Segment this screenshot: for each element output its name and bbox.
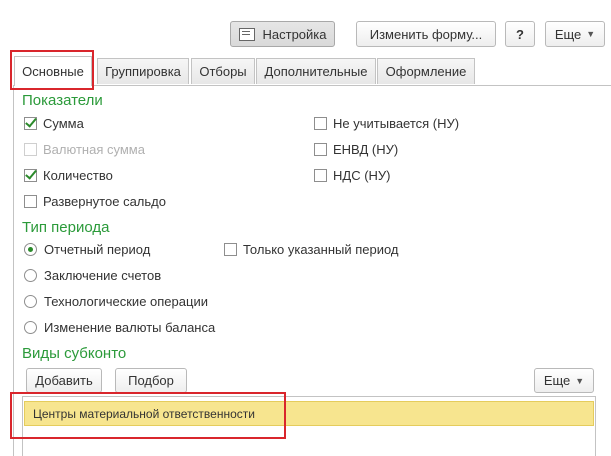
- radio-closing-accounts[interactable]: Заключение счетов: [24, 268, 161, 283]
- checkbox-box[interactable]: [314, 169, 327, 182]
- radio-label: Заключение счетов: [44, 268, 162, 283]
- checkbox-label: Развернутое сальдо: [43, 194, 166, 209]
- help-label: ?: [516, 26, 524, 42]
- more-label: Еще: [543, 373, 571, 388]
- indicators-title: Показатели: [22, 92, 103, 109]
- checkbox-label: Сумма: [43, 116, 84, 131]
- tab-label: Группировка: [105, 64, 181, 79]
- radio-label: Отчетный период: [44, 242, 151, 257]
- tab-main[interactable]: Основные: [14, 56, 92, 86]
- radio-label: Технологические операции: [44, 294, 208, 309]
- chevron-down-icon: ▼: [575, 375, 585, 386]
- checkbox-label: Валютная сумма: [43, 142, 145, 157]
- settings-button[interactable]: Настройка: [230, 21, 335, 47]
- checkbox-box[interactable]: [224, 243, 237, 256]
- checkbox-currency-sum: Валютная сумма: [24, 142, 145, 157]
- radio-label: Изменение валюты баланса: [44, 320, 216, 335]
- checkbox-label: Только указанный период: [243, 242, 399, 257]
- checkbox-envd[interactable]: ЕНВД (НУ): [314, 142, 398, 157]
- checkbox-quantity[interactable]: Количество: [24, 168, 113, 183]
- tab-filters[interactable]: Отборы: [191, 58, 255, 84]
- tab-additional[interactable]: Дополнительные: [256, 58, 376, 84]
- settings-label: Настройка: [262, 26, 327, 42]
- checkbox-not-accounted[interactable]: Не учитывается (НУ): [314, 116, 459, 131]
- checkbox-box[interactable]: [314, 143, 327, 156]
- checkbox-label: НДС (НУ): [333, 168, 391, 183]
- radio-circle[interactable]: [24, 243, 37, 256]
- radio-circle[interactable]: [24, 295, 37, 308]
- checkbox-box[interactable]: [24, 195, 37, 208]
- tab-grouping[interactable]: Группировка: [97, 58, 189, 84]
- checkbox-only-period[interactable]: Только указанный период: [224, 242, 399, 257]
- add-label: Добавить: [35, 373, 93, 388]
- pick-label: Подбор: [128, 373, 174, 388]
- checkbox-box[interactable]: [24, 117, 37, 130]
- annotation-highlight-row: [10, 392, 286, 439]
- tab-label: Оформление: [385, 64, 467, 79]
- checkbox-expanded-balance[interactable]: Развернутое сальдо: [24, 194, 166, 209]
- help-button[interactable]: ?: [505, 21, 535, 47]
- pick-button[interactable]: Подбор: [115, 368, 187, 393]
- add-button[interactable]: Добавить: [26, 368, 102, 393]
- change-form-button[interactable]: Изменить форму...: [356, 21, 496, 47]
- radio-balance-currency-change[interactable]: Изменение валюты баланса: [24, 320, 215, 335]
- radio-reporting-period[interactable]: Отчетный период: [24, 242, 150, 257]
- chevron-down-icon: ▼: [586, 29, 596, 39]
- radio-circle[interactable]: [24, 269, 37, 282]
- checkbox-box[interactable]: [24, 169, 37, 182]
- tab-label: Отборы: [199, 64, 247, 79]
- more-button[interactable]: Еще ▼: [545, 21, 605, 47]
- checkbox-label: Не учитывается (НУ): [333, 116, 460, 131]
- change-form-label: Изменить форму...: [369, 26, 483, 42]
- radio-technological-operations[interactable]: Технологические операции: [24, 294, 208, 309]
- checkbox-sum[interactable]: Сумма: [24, 116, 84, 131]
- checkbox-box[interactable]: [314, 117, 327, 130]
- checkbox-label: Количество: [43, 168, 113, 183]
- subconto-more-button[interactable]: Еще ▼: [534, 368, 594, 393]
- tab-label: Дополнительные: [264, 64, 368, 79]
- checkbox-vat[interactable]: НДС (НУ): [314, 168, 391, 183]
- more-label: Еще: [554, 26, 582, 42]
- tab-label: Основные: [22, 64, 84, 79]
- tab-appearance[interactable]: Оформление: [377, 58, 475, 84]
- checkbox-label: ЕНВД (НУ): [333, 142, 399, 157]
- checkbox-box: [24, 143, 37, 156]
- period-title: Тип периода: [22, 219, 110, 236]
- subconto-title: Виды субконто: [22, 345, 127, 362]
- radio-circle[interactable]: [24, 321, 37, 334]
- settings-icon: [238, 27, 255, 41]
